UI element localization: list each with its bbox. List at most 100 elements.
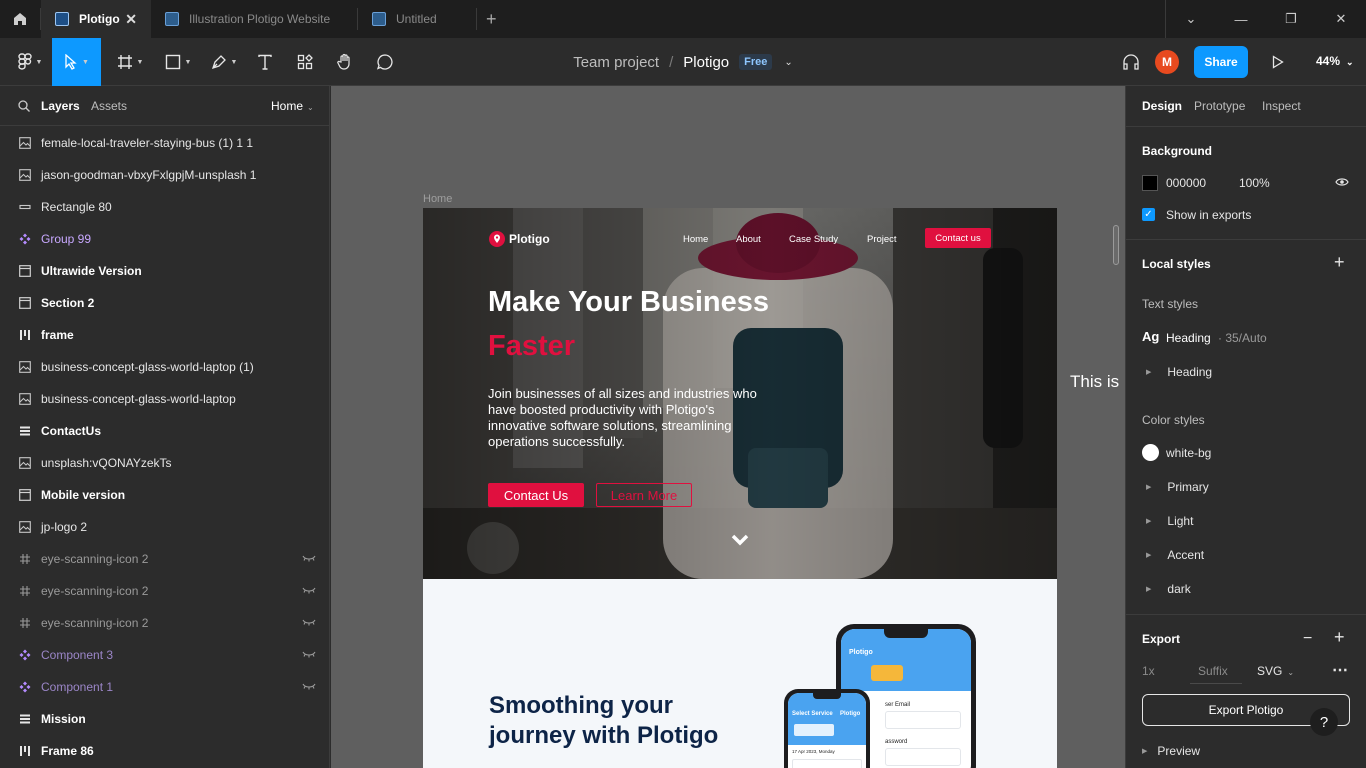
- text-style-name[interactable]: Heading: [1166, 331, 1211, 345]
- export-scale-input[interactable]: 1x: [1142, 664, 1155, 678]
- pen-tool[interactable]: ▼: [204, 38, 244, 86]
- vertical-scrollbar[interactable]: [1113, 225, 1119, 265]
- layer-row[interactable]: Mobile version: [0, 479, 330, 511]
- site-nav-contact-button[interactable]: Contact us: [925, 228, 991, 248]
- page-selector[interactable]: Home ⌄: [271, 99, 314, 113]
- eye-closed-icon[interactable]: [302, 682, 316, 693]
- color-style-group-light[interactable]: ▶ Light: [1142, 514, 1193, 528]
- layer-row[interactable]: eye-scanning-icon 2: [0, 543, 330, 575]
- layer-row[interactable]: jp-logo 2: [0, 511, 330, 543]
- site-nav-case-study[interactable]: Case Study: [789, 234, 838, 245]
- triangle-right-icon: ▶: [1146, 552, 1152, 559]
- text-tool[interactable]: [252, 38, 278, 86]
- shape-tool[interactable]: ▼: [158, 38, 198, 86]
- search-icon[interactable]: [18, 100, 30, 112]
- offscreen-text[interactable]: This is: [1070, 372, 1119, 392]
- layer-row[interactable]: eye-scanning-icon 2: [0, 575, 330, 607]
- resources-tool[interactable]: [292, 38, 318, 86]
- tabs-dropdown-button[interactable]: ⌄: [1166, 0, 1216, 38]
- close-tab-icon[interactable]: ✕: [125, 11, 137, 28]
- home-frame[interactable]: Plotigo Home About Case Study Project Co…: [423, 208, 1057, 768]
- color-style-white-bg[interactable]: white-bg: [1166, 446, 1211, 460]
- minimize-button[interactable]: —: [1216, 0, 1266, 38]
- add-style-icon[interactable]: +: [1334, 252, 1345, 273]
- help-button[interactable]: ?: [1310, 708, 1338, 736]
- site-nav-home[interactable]: Home: [683, 234, 708, 245]
- frame-tool[interactable]: ▼: [110, 38, 150, 86]
- preview-toggle[interactable]: ▶ Preview: [1138, 744, 1200, 758]
- layer-row[interactable]: ContactUs: [0, 415, 330, 447]
- image-icon: [19, 361, 31, 373]
- tab-plotigo[interactable]: Plotigo ✕: [41, 0, 151, 38]
- comment-tool[interactable]: [372, 38, 398, 86]
- eye-closed-icon[interactable]: [302, 554, 316, 565]
- layer-row[interactable]: female-local-traveler-staying-bus (1) 1 …: [0, 127, 330, 159]
- phone-date: 17 Apr 2023, Monday: [792, 749, 835, 754]
- tab-illustration-plotigo[interactable]: Illustration Plotigo Website: [151, 0, 357, 38]
- tab-assets[interactable]: Assets: [91, 99, 127, 113]
- layer-row[interactable]: unsplash:vQONAYzekTs: [0, 447, 330, 479]
- site-nav-about[interactable]: About: [736, 234, 761, 245]
- hand-tool[interactable]: [332, 38, 358, 86]
- close-window-button[interactable]: ✕: [1316, 0, 1366, 38]
- tab-inspect[interactable]: Inspect: [1262, 99, 1301, 113]
- eye-icon[interactable]: [1335, 177, 1349, 187]
- export-format-select[interactable]: SVG ⌄: [1257, 664, 1294, 678]
- layer-row[interactable]: Group 99: [0, 223, 330, 255]
- maximize-button[interactable]: ❐: [1266, 0, 1316, 38]
- present-button[interactable]: [1266, 38, 1290, 86]
- frame-label[interactable]: Home: [423, 193, 452, 205]
- eye-closed-icon[interactable]: [302, 586, 316, 597]
- layer-name: frame: [41, 328, 74, 342]
- color-style-group-primary[interactable]: ▶ Primary: [1142, 480, 1209, 494]
- new-tab-button[interactable]: +: [486, 0, 510, 38]
- layer-row[interactable]: Component 3: [0, 639, 330, 671]
- background-opacity-input[interactable]: 100%: [1239, 176, 1270, 190]
- share-button[interactable]: Share: [1194, 46, 1248, 78]
- hero-learn-more-button[interactable]: Learn More: [596, 483, 692, 507]
- hero-contact-button[interactable]: Contact Us: [488, 483, 584, 507]
- export-suffix-input[interactable]: Suffix: [1198, 664, 1228, 678]
- layer-row[interactable]: business-concept-glass-world-laptop: [0, 383, 330, 415]
- add-export-icon[interactable]: +: [1334, 627, 1345, 648]
- layer-row[interactable]: Rectangle 80: [0, 191, 330, 223]
- layer-row[interactable]: frame: [0, 319, 330, 351]
- suffix-underline: [1190, 683, 1242, 684]
- layer-row[interactable]: Frame 86: [0, 735, 330, 767]
- layer-row[interactable]: Ultrawide Version: [0, 255, 330, 287]
- breadcrumb-team[interactable]: Team project: [573, 54, 659, 71]
- background-hex-input[interactable]: 000000: [1166, 176, 1206, 190]
- tab-layers[interactable]: Layers: [41, 99, 80, 113]
- remove-export-icon[interactable]: −: [1303, 630, 1312, 648]
- color-style-group-dark[interactable]: ▶ dark: [1142, 582, 1191, 596]
- phone-field-label: assword: [885, 739, 908, 745]
- frame-icon: [19, 489, 31, 501]
- avatar[interactable]: M: [1155, 50, 1179, 74]
- canvas[interactable]: Home This is Plotigo Home About Case Stu…: [331, 86, 1125, 768]
- tab-design[interactable]: Design: [1142, 99, 1182, 113]
- layer-row[interactable]: Mission: [0, 703, 330, 735]
- tab-prototype[interactable]: Prototype: [1194, 99, 1245, 113]
- eye-closed-icon[interactable]: [302, 650, 316, 661]
- layer-row[interactable]: business-concept-glass-world-laptop (1): [0, 351, 330, 383]
- show-in-exports-checkbox[interactable]: ✓: [1142, 208, 1155, 221]
- chevron-down-icon[interactable]: ⌄: [784, 57, 792, 68]
- audio-button[interactable]: [1118, 38, 1144, 86]
- background-color-swatch[interactable]: [1142, 175, 1158, 191]
- main-menu-button[interactable]: ▼: [10, 38, 50, 86]
- text-style-group-heading[interactable]: ▶ Heading: [1142, 365, 1212, 379]
- tab-untitled[interactable]: Untitled: [358, 0, 476, 38]
- color-style-group-accent[interactable]: ▶ Accent: [1142, 548, 1204, 562]
- file-name[interactable]: Plotigo: [683, 54, 729, 71]
- eye-closed-icon[interactable]: [302, 618, 316, 629]
- layer-row[interactable]: Section 2: [0, 287, 330, 319]
- layer-row[interactable]: eye-scanning-icon 2: [0, 607, 330, 639]
- move-tool[interactable]: ▼: [52, 38, 101, 86]
- scroll-down-icon[interactable]: [730, 533, 750, 547]
- layer-row[interactable]: Component 1: [0, 671, 330, 703]
- home-button[interactable]: [0, 0, 40, 38]
- zoom-control[interactable]: 44% ⌄: [1316, 54, 1354, 68]
- layer-row[interactable]: jason-goodman-vbxyFxlgpjM-unsplash 1: [0, 159, 330, 191]
- site-nav-project[interactable]: Project: [867, 234, 897, 245]
- more-options-icon[interactable]: ⋯: [1332, 660, 1349, 680]
